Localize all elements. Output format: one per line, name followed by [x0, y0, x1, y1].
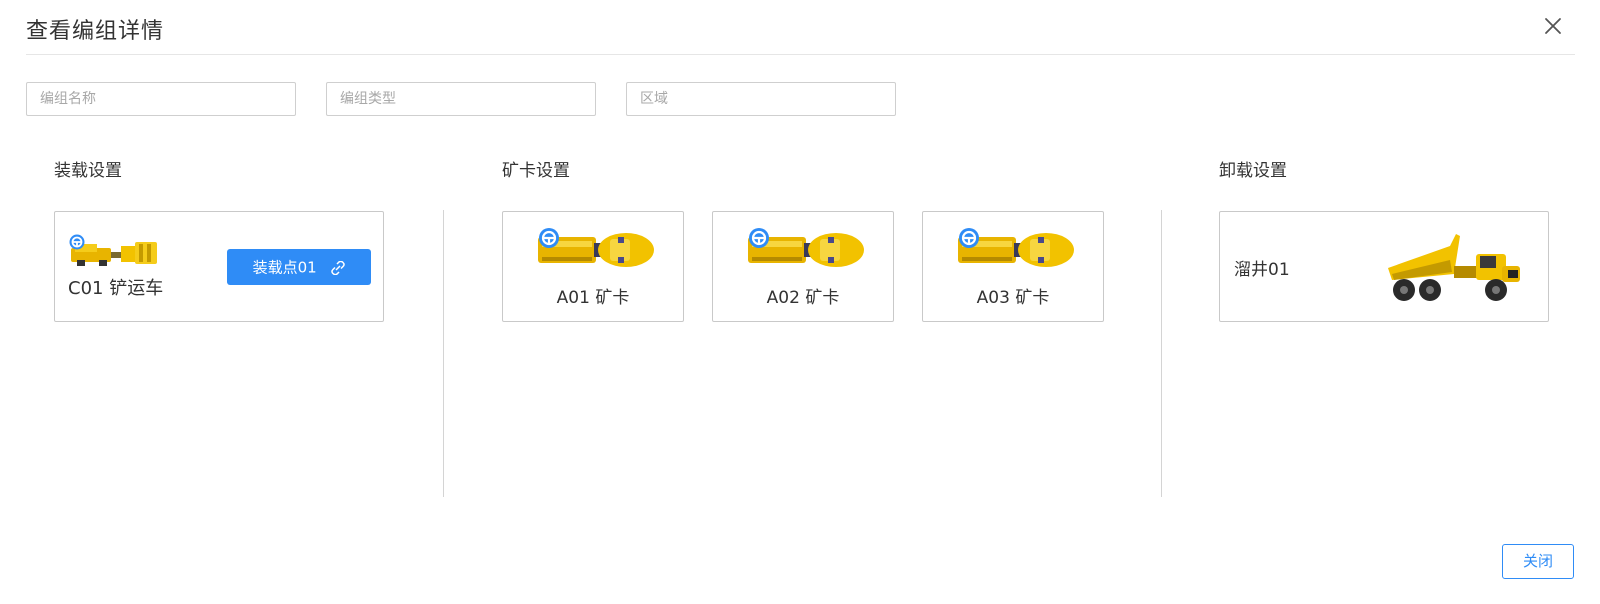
dialog-header: 查看编组详情	[26, 0, 1575, 55]
unload-point-card[interactable]: 溜井01	[1219, 211, 1549, 322]
region-input[interactable]	[626, 82, 896, 116]
truck-card[interactable]: A03 矿卡	[922, 211, 1104, 322]
close-button[interactable]: 关闭	[1502, 544, 1574, 579]
mine-truck-icon	[958, 228, 1074, 267]
unloading-settings-title: 卸载设置	[1219, 161, 1287, 181]
truck-label: A01 矿卡	[556, 288, 630, 308]
close-icon[interactable]	[1541, 14, 1565, 38]
truck-label: A02 矿卡	[766, 288, 840, 308]
truck-label: A03 矿卡	[976, 288, 1050, 308]
section-divider-left	[443, 210, 444, 497]
loading-settings-title: 装载设置	[54, 161, 122, 181]
unload-point-label: 溜井01	[1234, 260, 1290, 280]
load-point-button[interactable]: 装载点01	[227, 249, 371, 285]
loader-vehicle-card[interactable]: C01 铲运车 装载点01	[54, 211, 384, 322]
dialog-title: 查看编组详情	[26, 19, 165, 44]
loader-vehicle-icon	[69, 234, 157, 266]
truck-settings-title: 矿卡设置	[502, 161, 570, 181]
group-name-input[interactable]	[26, 82, 296, 116]
dump-truck-icon	[1388, 234, 1520, 301]
link-icon	[331, 260, 346, 275]
mine-truck-icon	[748, 228, 864, 267]
load-point-label: 装载点01	[252, 258, 317, 277]
truck-card[interactable]: A01 矿卡	[502, 211, 684, 322]
loader-vehicle-label: C01 铲运车	[68, 278, 164, 299]
truck-card[interactable]: A02 矿卡	[712, 211, 894, 322]
mine-truck-icon	[538, 228, 654, 267]
section-divider-right	[1161, 210, 1162, 497]
group-type-input[interactable]	[326, 82, 596, 116]
